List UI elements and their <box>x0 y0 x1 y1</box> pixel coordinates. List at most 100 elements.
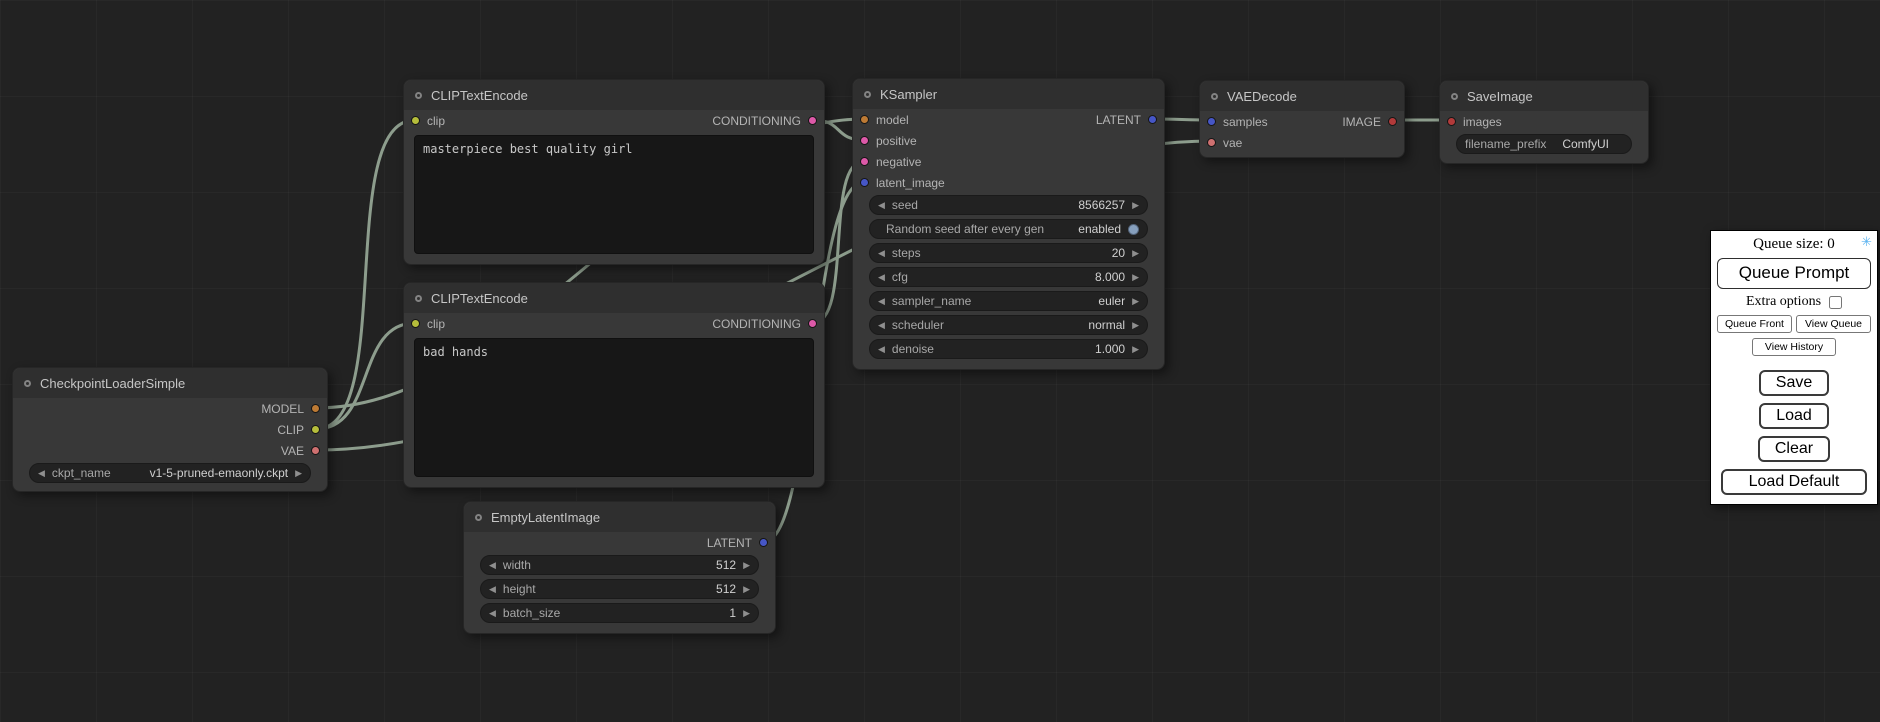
decrement-arrow-icon[interactable]: ◀ <box>878 321 885 330</box>
width-widget[interactable]: ◀ width 512 ▶ <box>480 555 759 575</box>
output-socket-latent[interactable] <box>1148 115 1157 124</box>
input-socket-clip[interactable] <box>411 116 420 125</box>
node-title-bar[interactable]: SaveImage <box>1440 81 1648 111</box>
decrement-arrow-icon[interactable]: ◀ <box>878 345 885 354</box>
input-socket-positive[interactable] <box>860 136 869 145</box>
slot-row: negative <box>853 151 1164 172</box>
output-socket-clip[interactable] <box>311 425 320 434</box>
node-title-bar[interactable]: CheckpointLoaderSimple <box>13 368 327 398</box>
node-vae-decode[interactable]: VAEDecode samples IMAGE vae <box>1199 80 1405 158</box>
collapse-dot-icon[interactable] <box>864 91 871 98</box>
ckpt-name-combo-widget[interactable]: ◀ ckpt_name v1-5-pruned-emaonly.ckpt ▶ <box>29 463 311 483</box>
input-socket-model[interactable] <box>860 115 869 124</box>
collapse-dot-icon[interactable] <box>24 380 31 387</box>
node-save-image[interactable]: SaveImage images filename_prefix ComfyUI <box>1439 80 1649 164</box>
output-socket-conditioning[interactable] <box>808 319 817 328</box>
decrement-arrow-icon[interactable]: ◀ <box>878 273 885 282</box>
collapse-dot-icon[interactable] <box>415 295 422 302</box>
extra-options-checkbox[interactable] <box>1829 296 1842 309</box>
extra-options-label: Extra options <box>1746 294 1821 310</box>
slot-row: LATENT <box>464 532 775 553</box>
output-label-vae: VAE <box>281 444 304 458</box>
positive-prompt-textarea[interactable]: masterpiece best quality girl <box>414 135 814 254</box>
decrement-arrow-icon[interactable]: ◀ <box>878 297 885 306</box>
steps-widget[interactable]: ◀ steps 20 ▶ <box>869 243 1148 263</box>
increment-arrow-icon[interactable]: ▶ <box>743 609 750 618</box>
node-title-bar[interactable]: KSampler <box>853 79 1164 109</box>
input-label-negative: negative <box>876 155 921 169</box>
decrement-arrow-icon[interactable]: ◀ <box>489 561 496 570</box>
decrement-arrow-icon[interactable]: ◀ <box>38 469 45 478</box>
node-clip-text-encode-negative[interactable]: CLIPTextEncode clip CONDITIONING bad han… <box>403 282 825 488</box>
input-socket-latent-image[interactable] <box>860 178 869 187</box>
link-clip-to-negative-encode <box>316 323 415 429</box>
decrement-arrow-icon[interactable]: ◀ <box>878 201 885 210</box>
node-title: CLIPTextEncode <box>431 291 528 306</box>
queue-front-button[interactable]: Queue Front <box>1717 315 1792 333</box>
collapse-dot-icon[interactable] <box>415 92 422 99</box>
widget-value: 512 <box>716 558 736 572</box>
input-socket-vae[interactable] <box>1207 138 1216 147</box>
input-socket-negative[interactable] <box>860 157 869 166</box>
denoise-widget[interactable]: ◀ denoise 1.000 ▶ <box>869 339 1148 359</box>
decrement-arrow-icon[interactable]: ◀ <box>878 249 885 258</box>
seed-widget[interactable]: ◀ seed 8566257 ▶ <box>869 195 1148 215</box>
settings-icon[interactable]: ✳ <box>1861 235 1872 250</box>
increment-arrow-icon[interactable]: ▶ <box>1132 345 1139 354</box>
queue-prompt-button[interactable]: Queue Prompt <box>1717 258 1871 289</box>
save-button[interactable]: Save <box>1759 370 1829 396</box>
slot-row: positive <box>853 130 1164 151</box>
increment-arrow-icon[interactable]: ▶ <box>1132 321 1139 330</box>
input-label-latent-image: latent_image <box>876 176 945 190</box>
increment-arrow-icon[interactable]: ▶ <box>743 585 750 594</box>
output-label-latent: LATENT <box>707 536 752 550</box>
decrement-arrow-icon[interactable]: ◀ <box>489 609 496 618</box>
widget-value: normal <box>1088 318 1125 332</box>
output-socket-latent[interactable] <box>759 538 768 547</box>
increment-arrow-icon[interactable]: ▶ <box>743 561 750 570</box>
node-checkpoint-loader-simple[interactable]: CheckpointLoaderSimple MODEL CLIP VAE ◀ … <box>12 367 328 492</box>
node-empty-latent-image[interactable]: EmptyLatentImage LATENT ◀ width 512 ▶ ◀ … <box>463 501 776 634</box>
height-widget[interactable]: ◀ height 512 ▶ <box>480 579 759 599</box>
node-title-bar[interactable]: EmptyLatentImage <box>464 502 775 532</box>
load-default-button[interactable]: Load Default <box>1721 469 1867 495</box>
increment-arrow-icon[interactable]: ▶ <box>1132 273 1139 282</box>
widget-label: seed <box>892 198 918 212</box>
input-socket-images[interactable] <box>1447 117 1456 126</box>
node-title-bar[interactable]: VAEDecode <box>1200 81 1404 111</box>
widget-label: filename_prefix <box>1465 137 1546 151</box>
increment-arrow-icon[interactable]: ▶ <box>295 469 302 478</box>
increment-arrow-icon[interactable]: ▶ <box>1132 249 1139 258</box>
collapse-dot-icon[interactable] <box>1211 93 1218 100</box>
sampler-name-combo-widget[interactable]: ◀ sampler_name euler ▶ <box>869 291 1148 311</box>
output-socket-model[interactable] <box>311 404 320 413</box>
load-button[interactable]: Load <box>1759 403 1829 429</box>
output-socket-vae[interactable] <box>311 446 320 455</box>
node-ksampler[interactable]: KSampler model LATENT positive negative … <box>852 78 1165 370</box>
output-label-model: MODEL <box>261 402 304 416</box>
toggle-indicator-icon <box>1128 224 1139 235</box>
output-socket-image[interactable] <box>1388 117 1397 126</box>
negative-prompt-textarea[interactable]: bad hands <box>414 338 814 477</box>
collapse-dot-icon[interactable] <box>475 514 482 521</box>
input-socket-clip[interactable] <box>411 319 420 328</box>
collapse-dot-icon[interactable] <box>1451 93 1458 100</box>
node-clip-text-encode-positive[interactable]: CLIPTextEncode clip CONDITIONING masterp… <box>403 79 825 265</box>
input-socket-samples[interactable] <box>1207 117 1216 126</box>
random-seed-toggle-widget[interactable]: Random seed after every gen enabled <box>869 219 1148 239</box>
slot-row: clip CONDITIONING <box>404 313 824 334</box>
increment-arrow-icon[interactable]: ▶ <box>1132 201 1139 210</box>
cfg-widget[interactable]: ◀ cfg 8.000 ▶ <box>869 267 1148 287</box>
clear-button[interactable]: Clear <box>1758 436 1830 462</box>
batch-size-widget[interactable]: ◀ batch_size 1 ▶ <box>480 603 759 623</box>
node-title: VAEDecode <box>1227 89 1297 104</box>
view-history-button[interactable]: View History <box>1752 338 1836 356</box>
increment-arrow-icon[interactable]: ▶ <box>1132 297 1139 306</box>
view-queue-button[interactable]: View Queue <box>1796 315 1871 333</box>
filename-prefix-widget[interactable]: filename_prefix ComfyUI <box>1456 134 1632 154</box>
scheduler-combo-widget[interactable]: ◀ scheduler normal ▶ <box>869 315 1148 335</box>
decrement-arrow-icon[interactable]: ◀ <box>489 585 496 594</box>
output-socket-conditioning[interactable] <box>808 116 817 125</box>
node-title-bar[interactable]: CLIPTextEncode <box>404 80 824 110</box>
node-title-bar[interactable]: CLIPTextEncode <box>404 283 824 313</box>
